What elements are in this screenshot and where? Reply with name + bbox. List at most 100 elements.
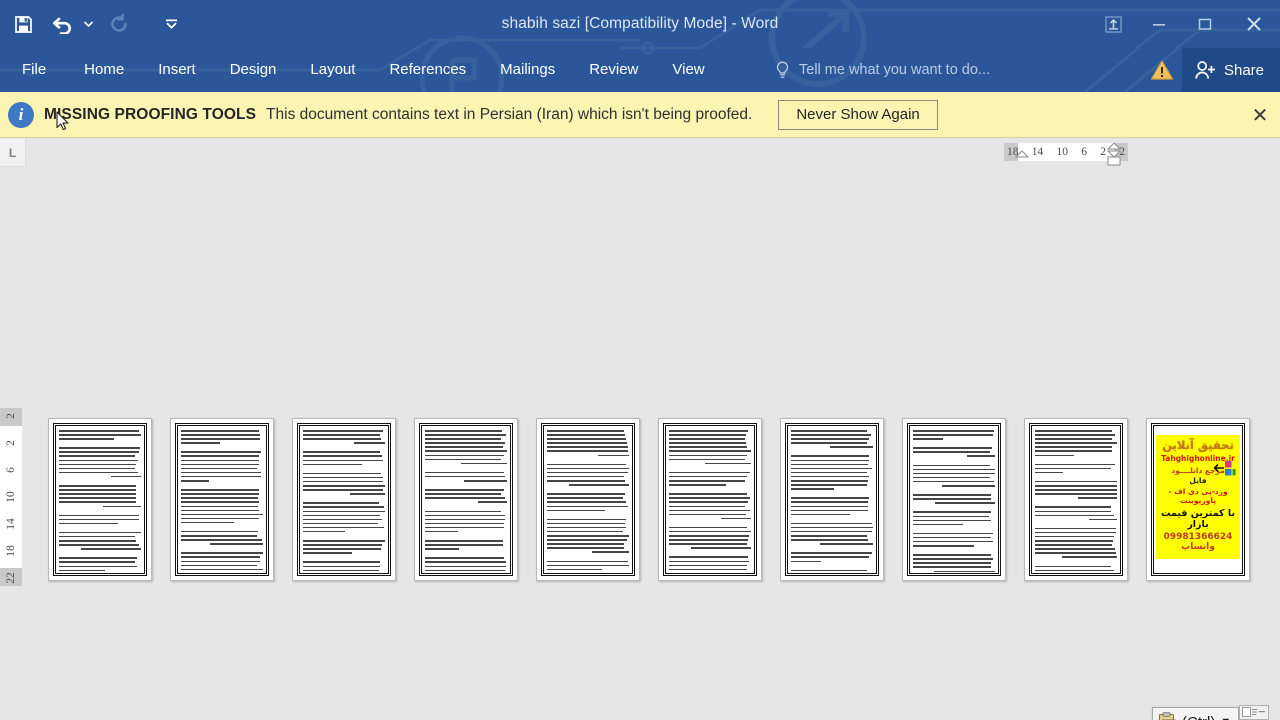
text-line [669, 438, 746, 440]
ad-line-4: با کمترین قیمت بازار [1160, 508, 1236, 530]
minimize-button[interactable] [1136, 9, 1182, 39]
text-line [350, 493, 385, 495]
page-text-lines [791, 430, 873, 572]
text-line [425, 540, 504, 542]
text-line [59, 471, 138, 474]
page-text-lines [303, 430, 385, 572]
text-line [303, 472, 382, 475]
vruler-num-3: 10 [5, 491, 17, 503]
text-line [425, 497, 506, 499]
page-thumbnail[interactable] [48, 418, 152, 581]
tab-references[interactable]: References [389, 48, 466, 92]
text-line [913, 430, 995, 432]
text-line [425, 548, 459, 550]
restore-button[interactable] [1182, 9, 1228, 39]
close-icon [1247, 17, 1261, 31]
text-line [669, 568, 747, 571]
tell-me-search[interactable]: Tell me what you want to do... [775, 48, 990, 92]
text-line [547, 430, 625, 432]
notification-message: This document contains text in Persian (… [266, 105, 753, 123]
page-thumbnail[interactable] [780, 418, 884, 581]
text-line [59, 531, 141, 534]
indent-markers[interactable] [1004, 143, 1134, 175]
undo-dropdown-button[interactable] [80, 7, 96, 41]
tell-me-placeholder: Tell me what you want to do... [799, 62, 991, 78]
tab-design[interactable]: Design [230, 48, 277, 92]
tab-mailings[interactable]: Mailings [500, 48, 555, 92]
text-line [303, 506, 384, 508]
text-line [181, 475, 262, 478]
text-line [1035, 450, 1112, 452]
text-line [791, 484, 867, 486]
text-line [941, 485, 995, 487]
ribbon-display-options-button[interactable] [1090, 9, 1136, 39]
text-line [791, 430, 868, 432]
tab-review[interactable]: Review [589, 48, 638, 92]
page-thumbnail[interactable] [1024, 418, 1128, 581]
tab-view[interactable]: View [672, 48, 704, 92]
text-line [181, 463, 259, 466]
save-button[interactable] [6, 7, 40, 41]
text-line [669, 430, 748, 432]
document-workspace[interactable]: تحقیق آنلاین Tahghighonline.ir مرجع دانلــ… [0, 139, 1280, 720]
text-line [669, 458, 745, 461]
chevron-down-icon [83, 21, 93, 27]
warning-button[interactable] [1142, 48, 1182, 92]
ad-line-5: 09981366624 واتساپ [1163, 532, 1233, 552]
text-line [669, 450, 751, 452]
text-line [303, 476, 383, 479]
text-line [669, 535, 749, 537]
text-line [1035, 489, 1117, 491]
tab-stop-selector[interactable]: L [0, 139, 26, 167]
text-line [59, 493, 137, 495]
text-line [791, 513, 851, 516]
page-thumbnail-advertisement[interactable]: تحقیق آنلاین Tahghighonline.ir مرجع دانلــ… [1146, 418, 1250, 581]
page-thumbnail[interactable] [414, 418, 518, 581]
object-anchor-handle[interactable] [1239, 705, 1269, 720]
undo-button[interactable] [46, 7, 80, 41]
text-line [59, 565, 138, 568]
vruler-num-0: 2 [5, 413, 17, 419]
close-button[interactable] [1228, 9, 1280, 39]
page-thumbnail[interactable] [902, 418, 1006, 581]
text-line [425, 430, 502, 432]
clipboard-icon [1158, 711, 1176, 720]
page-thumbnail[interactable] [170, 418, 274, 581]
text-line [425, 450, 507, 452]
tab-home[interactable]: Home [84, 48, 124, 92]
text-line [181, 568, 263, 571]
tab-insert[interactable]: Insert [158, 48, 196, 92]
text-line [1035, 552, 1117, 554]
text-line [303, 451, 380, 453]
text-line [547, 438, 627, 440]
text-line [425, 522, 505, 525]
text-line [547, 471, 629, 474]
never-show-again-button[interactable]: Never Show Again [778, 99, 938, 130]
text-line [181, 489, 259, 491]
text-line [547, 446, 629, 448]
text-line [547, 463, 626, 466]
text-line [461, 462, 507, 465]
text-line [303, 526, 385, 529]
page-thumbnail[interactable] [536, 418, 640, 581]
customize-qat-button[interactable] [154, 7, 188, 41]
paste-options-button[interactable]: (Ctrl) ▼ [1152, 707, 1240, 720]
text-line [791, 442, 867, 444]
text-line [181, 438, 261, 440]
tab-file[interactable]: File [22, 48, 46, 92]
text-line [669, 513, 746, 516]
tab-layout[interactable]: Layout [310, 48, 355, 92]
page-thumbnail[interactable] [292, 418, 396, 581]
paste-options-label: (Ctrl) [1182, 714, 1215, 720]
notification-close-button[interactable]: ✕ [1244, 92, 1276, 138]
vertical-ruler[interactable]: 2 2 6 10 14 18 22 [0, 408, 22, 586]
text-line [669, 493, 748, 495]
text-line [913, 468, 995, 471]
text-line [1035, 548, 1115, 550]
text-line [181, 539, 263, 541]
text-line [303, 514, 381, 517]
text-line [59, 518, 140, 521]
share-button[interactable]: Share [1181, 48, 1280, 92]
text-line [1035, 531, 1116, 534]
page-thumbnail[interactable] [658, 418, 762, 581]
